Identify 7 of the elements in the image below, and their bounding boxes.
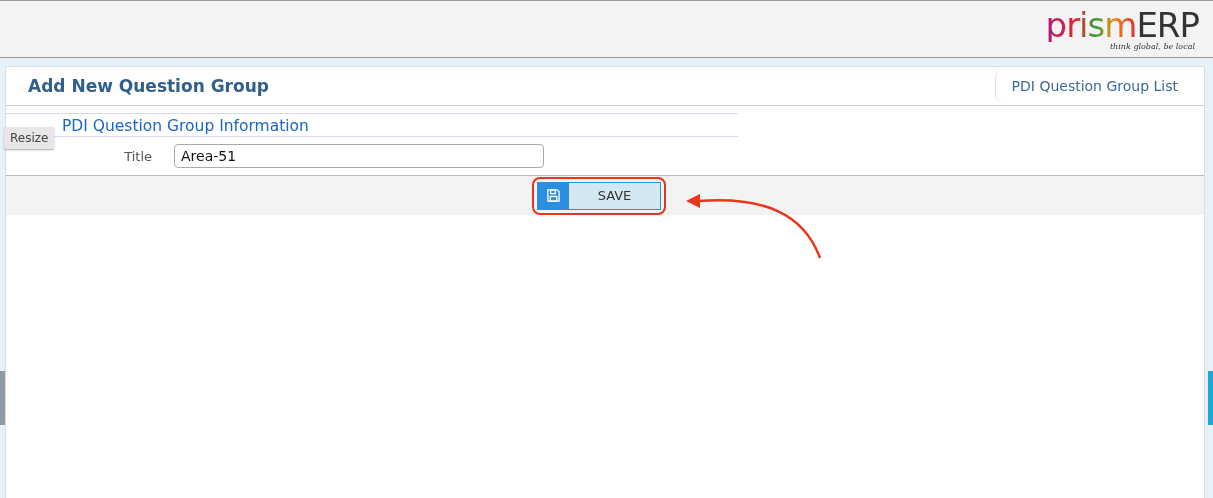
prismerp-logo: prismERP think global, be local [1045, 7, 1199, 51]
title-input[interactable]: Area-51 [174, 144, 544, 168]
page-title: Add New Question Group [28, 76, 269, 96]
resize-tag[interactable]: Resize [4, 127, 55, 149]
question-group-list-link[interactable]: PDI Question Group List [994, 71, 1196, 101]
save-button[interactable]: SAVE [537, 181, 661, 210]
field-label: Title [123, 148, 152, 164]
